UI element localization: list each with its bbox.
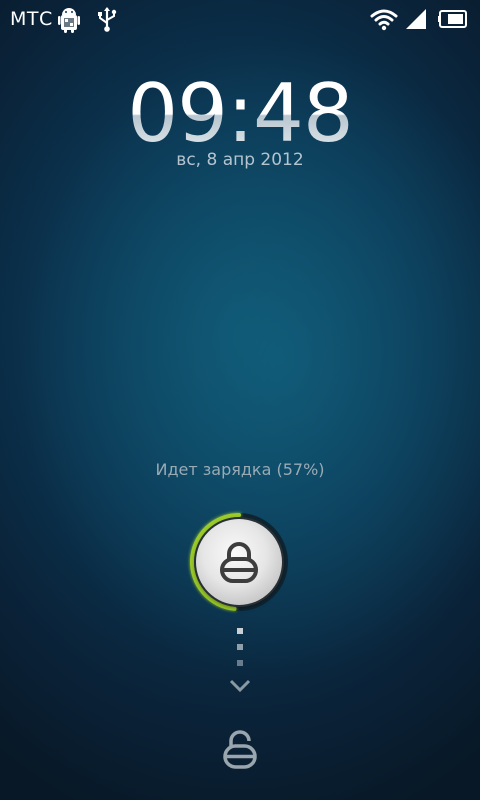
carrier-name: МТС — [10, 8, 53, 30]
clock-time: 09:48 — [0, 72, 480, 156]
unlock-target-icon[interactable] — [222, 730, 258, 770]
wifi-icon — [370, 9, 398, 31]
battery-icon — [438, 10, 467, 28]
hint-dot — [237, 628, 243, 634]
unlock-slider[interactable] — [186, 509, 292, 615]
swipe-hint-dots — [236, 628, 244, 676]
hint-dot — [237, 660, 243, 666]
android-debug-icon — [58, 8, 80, 33]
usb-icon — [98, 7, 117, 32]
status-bar: МТС — [0, 0, 480, 38]
charging-status: Идет зарядка (57%) — [155, 460, 325, 479]
signal-icon — [406, 9, 426, 29]
lock-screen: МТС 09:48 вс, 8 апр 2012 Идет зарядка (5… — [0, 0, 480, 800]
lock-icon — [220, 542, 258, 583]
clock-date: вс, 8 апр 2012 — [176, 150, 304, 170]
hint-dot — [237, 644, 243, 650]
lock-handle[interactable] — [196, 519, 282, 605]
chevron-down-icon — [229, 679, 251, 693]
